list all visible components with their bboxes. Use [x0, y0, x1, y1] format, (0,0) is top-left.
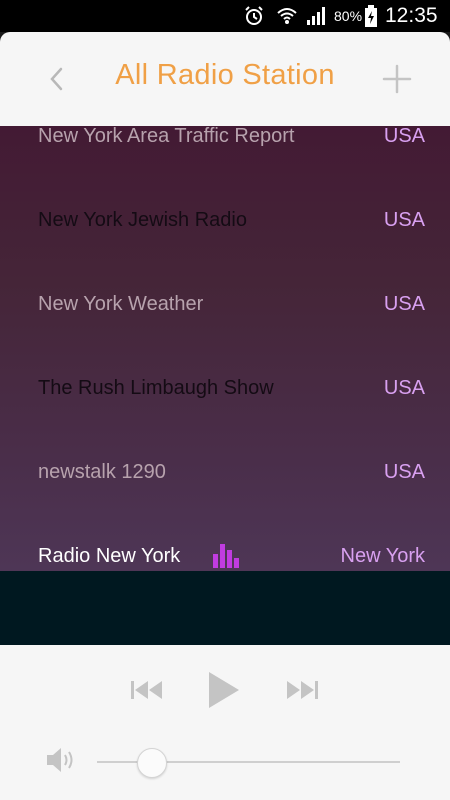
station-name: Radio New York [38, 545, 181, 567]
station-row[interactable]: The Rush Limbaugh Show USA [0, 346, 450, 430]
station-country: USA [383, 461, 425, 483]
wifi-icon [276, 0, 298, 32]
station-row[interactable]: New York Jewish Radio USA [0, 178, 450, 262]
station-row[interactable]: newstalk 1290 USA [0, 430, 450, 514]
station-country: USA [383, 209, 425, 231]
signal-icon [307, 0, 327, 32]
station-name: New York Jewish Radio [38, 209, 247, 231]
volume-icon[interactable] [44, 743, 78, 777]
previous-button[interactable] [130, 679, 164, 701]
station-name: New York Area Traffic Report [38, 126, 295, 147]
station-country: New York [340, 545, 426, 567]
now-playing-equalizer-icon [213, 544, 239, 568]
status-bar: 80% 12:35 [0, 0, 450, 32]
status-time: 12:35 [385, 4, 438, 27]
station-name: The Rush Limbaugh Show [38, 377, 274, 399]
alarm-icon [243, 0, 265, 32]
app-header: All Radio Station [0, 32, 450, 126]
play-icon [209, 672, 239, 708]
station-country: USA [383, 293, 425, 315]
station-row[interactable]: New York Weather USA [0, 262, 450, 346]
station-name: newstalk 1290 [38, 461, 166, 483]
plus-icon [382, 64, 412, 94]
skip-previous-icon [131, 681, 162, 699]
player-controls [0, 645, 450, 800]
station-name: New York Weather [38, 293, 204, 315]
station-country: USA [383, 377, 425, 399]
station-country: USA [383, 126, 425, 147]
station-list[interactable]: New York Area Traffic Report USA New Yor… [0, 126, 450, 571]
battery-percent: 80% [334, 8, 363, 24]
battery-icon [364, 0, 378, 32]
now-playing-band [0, 571, 450, 645]
volume-slider-knob[interactable] [136, 748, 167, 778]
station-row-playing[interactable]: Radio New York New York [0, 514, 450, 571]
skip-next-icon [287, 681, 318, 699]
next-button[interactable] [285, 679, 319, 701]
station-row[interactable]: New York Area Traffic Report USA [0, 126, 450, 178]
play-button[interactable] [207, 671, 241, 709]
add-station-button[interactable] [380, 62, 414, 96]
